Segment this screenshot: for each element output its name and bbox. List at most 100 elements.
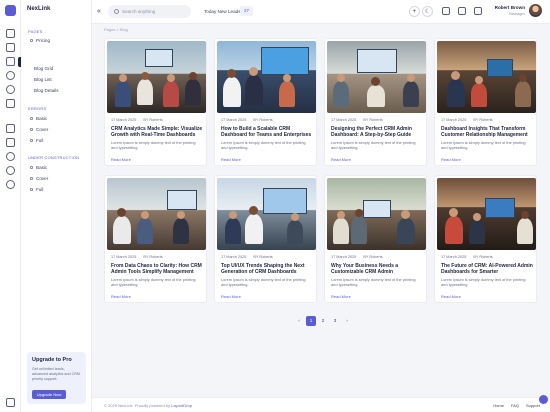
blog-card[interactable]: 17 March 2025 BY Roberts Top UI/UX Trends… xyxy=(214,175,317,303)
blog-card-title[interactable]: Why Your Business Needs a Customizable C… xyxy=(331,263,424,275)
copyright: © 2025 NexLink. Proudly powered by Layou… xyxy=(104,403,192,408)
search-box[interactable] xyxy=(108,5,191,18)
sidebar-item-blog-details[interactable]: Blog Details xyxy=(34,88,59,93)
blog-card-meta: 17 March 2025 BY Roberts xyxy=(441,118,493,122)
user-info[interactable]: Robert Brown Manager xyxy=(489,5,525,16)
blog-card-image[interactable] xyxy=(107,41,206,113)
avatar[interactable] xyxy=(529,4,542,17)
sidebar-section-under-construction: Under Construction xyxy=(28,155,80,160)
footer-link-support[interactable]: Support xyxy=(526,403,540,408)
footer-link-home[interactable]: Home xyxy=(493,403,504,408)
blog-card-image[interactable] xyxy=(437,178,536,250)
grid-icon[interactable] xyxy=(6,124,15,133)
language-icon[interactable] xyxy=(474,7,482,15)
search-input[interactable] xyxy=(122,9,187,14)
plus-icon[interactable] xyxy=(6,180,15,189)
cover-icon xyxy=(30,177,33,180)
blog-card-desc: Lorem Ipsum is simply dummy text of the … xyxy=(331,140,416,150)
settings-icon[interactable] xyxy=(6,166,15,175)
sidebar-item-pricing[interactable]: Pricing xyxy=(30,38,50,43)
blog-card[interactable]: 17 March 2025 BY Roberts How to Build a S… xyxy=(214,38,317,166)
blog-card-meta: 17 March 2025 BY Roberts xyxy=(111,118,163,122)
sidebar-section-errors: Errors xyxy=(28,106,47,111)
sidebar-item-error-basic[interactable]: Basic xyxy=(30,116,47,121)
blog-card[interactable]: 17 March 2025 BY Roberts From Data Chaos … xyxy=(104,175,207,303)
blog-card[interactable]: 17 March 2025 BY Roberts Designing the Pe… xyxy=(324,38,427,166)
sidebar-item-uc-full[interactable]: Full xyxy=(30,187,43,192)
read-more-link[interactable]: Read More xyxy=(221,294,241,299)
read-more-link[interactable]: Read More xyxy=(221,157,241,162)
mail-icon[interactable] xyxy=(442,7,450,15)
blog-card-image[interactable] xyxy=(437,41,536,113)
home-icon[interactable] xyxy=(6,29,15,38)
footer-link-faq[interactable]: FAQ xyxy=(511,403,519,408)
pagination-prev-button[interactable]: ‹ xyxy=(294,316,304,326)
promo-title: Upgrade to Pro xyxy=(32,357,72,363)
wallet-icon[interactable] xyxy=(6,71,15,80)
notification-bell-icon[interactable] xyxy=(458,7,466,15)
sidebar: NexLink Pages Pricing Blog Grid Blog Lis… xyxy=(21,0,92,412)
blog-card-desc: Lorem Ipsum is simply dummy text of the … xyxy=(221,140,306,150)
logo-icon[interactable] xyxy=(5,5,16,16)
blog-card-title[interactable]: Designing the Perfect CRM Admin Dashboar… xyxy=(331,126,424,138)
pagination-page-1[interactable]: 1 xyxy=(306,316,316,326)
blog-card-meta: 17 March 2025 BY Roberts xyxy=(221,118,273,122)
basic-icon xyxy=(30,166,33,169)
topbar: « Today New Leads 27 + ☾ Robert Brown Ma… xyxy=(92,0,550,24)
brand-name: NexLink xyxy=(27,6,51,12)
upgrade-button[interactable]: Upgrade Now xyxy=(32,390,66,399)
blog-card[interactable]: 17 March 2025 BY Roberts CRM Analytics Ma… xyxy=(104,38,207,166)
read-more-link[interactable]: Read More xyxy=(331,294,351,299)
blog-card-title[interactable]: How to Build a Scalable CRM Dashboard fo… xyxy=(221,126,314,138)
full-icon xyxy=(30,139,33,142)
theme-toggle-icon[interactable]: ☾ xyxy=(422,6,433,17)
read-more-link[interactable]: Read More xyxy=(111,294,131,299)
blog-card-image[interactable] xyxy=(107,178,206,250)
user-role: Manager xyxy=(509,11,525,16)
pages-icon[interactable] xyxy=(6,57,15,66)
blog-card-image[interactable] xyxy=(217,41,316,113)
blog-card-title[interactable]: Dashboard Insights That Transform Custom… xyxy=(441,126,534,138)
blog-card[interactable]: 17 March 2025 BY Roberts Why Your Busines… xyxy=(324,175,427,303)
powered-by-link[interactable]: LayoutDrop xyxy=(171,403,192,408)
settings-fab-icon[interactable] xyxy=(539,395,548,404)
layers-icon[interactable] xyxy=(6,43,15,52)
footer: © 2025 NexLink. Proudly powered by Layou… xyxy=(92,397,550,412)
blog-card-image[interactable] xyxy=(327,41,426,113)
sidebar-item-error-cover[interactable]: Cover xyxy=(30,127,48,132)
pagination-page-2[interactable]: 2 xyxy=(318,316,328,326)
today-leads-label: Today New Leads xyxy=(204,9,241,14)
blog-card-title[interactable]: The Future of CRM: AI-Powered Admin Dash… xyxy=(441,263,534,275)
rocket-icon[interactable] xyxy=(6,85,15,94)
chart-icon[interactable] xyxy=(6,138,15,147)
sidebar-item-error-full[interactable]: Full xyxy=(30,138,43,143)
sidebar-item-blog-list[interactable]: Blog List xyxy=(34,77,52,82)
pagination-page-3[interactable]: 3 xyxy=(330,316,340,326)
blog-card-meta: 17 March 2025 BY Roberts xyxy=(221,255,273,259)
chat-icon[interactable] xyxy=(6,152,15,161)
blog-card-desc: Lorem Ipsum is simply dummy text of the … xyxy=(111,277,196,287)
add-button[interactable]: + xyxy=(409,6,420,17)
collapse-sidebar-icon[interactable]: « xyxy=(97,8,101,15)
logout-icon[interactable] xyxy=(6,398,15,407)
user-name: Robert Brown xyxy=(494,5,525,10)
blog-card[interactable]: 17 March 2025 BY Roberts Dashboard Insigh… xyxy=(434,38,537,166)
blog-card-image[interactable] xyxy=(327,178,426,250)
blog-card-meta: 17 March 2025 BY Roberts xyxy=(331,118,383,122)
pagination-next-button[interactable]: › xyxy=(342,316,352,326)
blog-card-title[interactable]: From Data Chaos to Clarity: How CRM Admi… xyxy=(111,263,204,275)
read-more-link[interactable]: Read More xyxy=(331,157,351,162)
sidebar-item-blog-grid[interactable]: Blog Grid xyxy=(34,66,53,71)
blog-card-title[interactable]: CRM Analytics Made Simple: Visualize Gro… xyxy=(111,126,204,138)
sidebar-item-uc-cover[interactable]: Cover xyxy=(30,176,48,181)
sidebar-item-uc-basic[interactable]: Basic xyxy=(30,165,47,170)
blog-card[interactable]: 17 March 2025 BY Roberts The Future of CR… xyxy=(434,175,537,303)
blog-card-title[interactable]: Top UI/UX Trends Shaping the Next Genera… xyxy=(221,263,314,275)
read-more-link[interactable]: Read More xyxy=(441,294,461,299)
breadcrumb: Pages > Blog xyxy=(104,27,128,32)
box-icon[interactable] xyxy=(6,99,15,108)
blog-card-image[interactable] xyxy=(217,178,316,250)
blog-card-meta: 17 March 2025 BY Roberts xyxy=(111,255,163,259)
read-more-link[interactable]: Read More xyxy=(111,157,131,162)
read-more-link[interactable]: Read More xyxy=(441,157,461,162)
